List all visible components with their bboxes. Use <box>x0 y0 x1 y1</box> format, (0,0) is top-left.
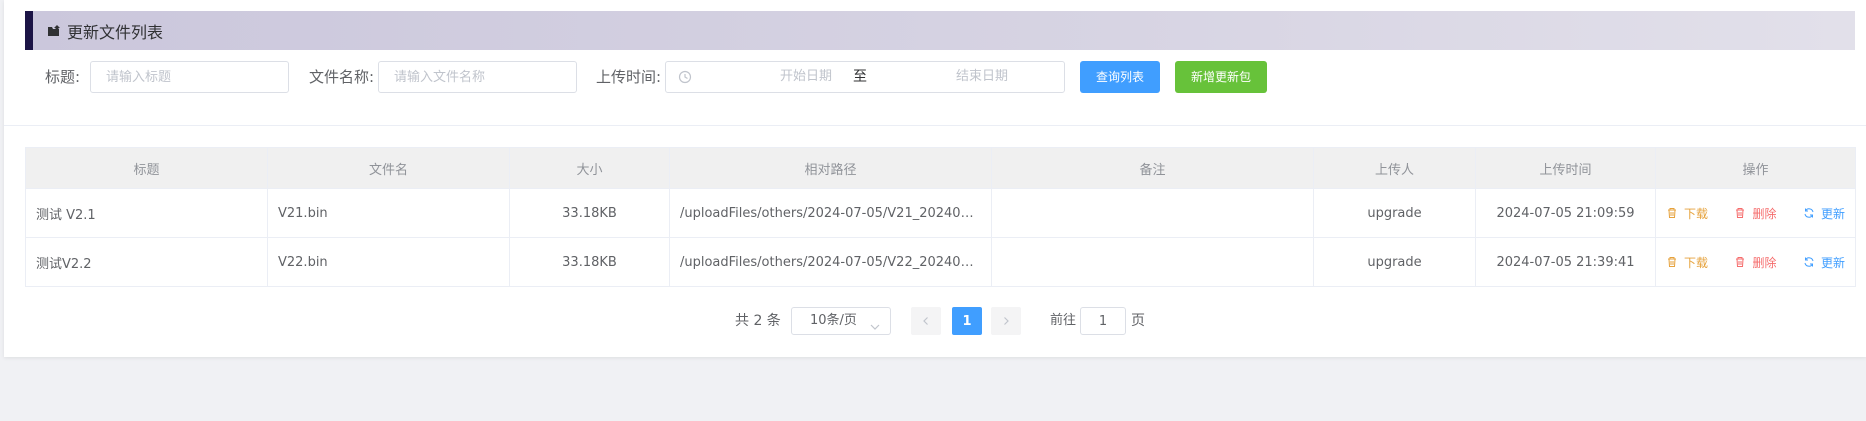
date-range-separator: 至 <box>853 69 867 85</box>
goto-page-input[interactable] <box>1080 307 1126 335</box>
cell-actions: 下载 删除 更新 <box>1655 237 1856 287</box>
table-row: 测试 V2.1 V21.bin 33.18KB /uploadFiles/oth… <box>25 188 1856 238</box>
page-number-current[interactable]: 1 <box>952 307 982 335</box>
page-size-select[interactable]: 10条/页 <box>791 307 891 335</box>
pagination-total: 共 2 条 <box>735 313 781 329</box>
folder-upload-icon <box>47 24 61 38</box>
column-header-uploader: 上传人 <box>1313 147 1476 189</box>
delete-label: 删除 <box>1752 255 1777 270</box>
cell-upload-time: 2024-07-05 21:39:41 <box>1475 237 1656 287</box>
filename-filter-label: 文件名称: <box>309 68 375 86</box>
filename-filter-input[interactable] <box>378 61 577 93</box>
goto-label: 前往 <box>1050 313 1077 328</box>
filter-bar: 标题: 文件名称: 上传时间: 开始日期 至 结束日期 查询列表 新增更新包 <box>0 61 1866 93</box>
column-header-title: 标题 <box>25 147 268 189</box>
page-title: 更新文件列表 <box>67 22 164 42</box>
column-header-size: 大小 <box>509 147 670 189</box>
page-size-value: 10条/页 <box>810 313 857 328</box>
cell-filename: V22.bin <box>267 237 510 287</box>
cell-size: 33.18KB <box>509 188 670 238</box>
cell-path: /uploadFiles/others/2024-07-05/V21_20240… <box>669 188 992 238</box>
cell-upload-time: 2024-07-05 21:09:59 <box>1475 188 1656 238</box>
section-header: 更新文件列表 <box>25 11 1855 50</box>
refresh-icon <box>1804 208 1814 218</box>
download-icon <box>1668 208 1676 218</box>
chevron-down-icon <box>870 316 880 330</box>
pagination: 共 2 条 10条/页 1 前往 页 <box>0 307 1866 335</box>
update-label: 更新 <box>1820 206 1845 221</box>
update-label: 更新 <box>1820 255 1845 270</box>
column-header-remark: 备注 <box>991 147 1314 189</box>
delete-button[interactable]: 删除 <box>1734 205 1777 222</box>
column-header-path: 相对路径 <box>669 147 992 189</box>
cell-title: 测试V2.2 <box>25 237 268 287</box>
title-filter-label: 标题: <box>45 68 81 86</box>
clock-icon <box>678 70 692 84</box>
prev-page-button[interactable] <box>911 307 941 335</box>
cell-remark <box>991 237 1314 287</box>
table-row: 测试V2.2 V22.bin 33.18KB /uploadFiles/othe… <box>25 237 1856 287</box>
cell-remark <box>991 188 1314 238</box>
chevron-right-icon <box>1004 317 1009 325</box>
cell-title: 测试 V2.1 <box>25 188 268 238</box>
time-filter-label: 上传时间: <box>596 68 662 86</box>
cell-uploader: upgrade <box>1313 237 1476 287</box>
download-icon <box>1668 257 1676 267</box>
end-date-input[interactable]: 结束日期 <box>922 62 1042 92</box>
delete-button[interactable]: 删除 <box>1734 254 1777 271</box>
column-header-actions: 操作 <box>1655 147 1856 189</box>
download-button[interactable]: 下载 <box>1666 205 1708 222</box>
cell-filename: V21.bin <box>267 188 510 238</box>
trash-icon <box>1736 257 1745 267</box>
next-page-button[interactable] <box>991 307 1021 335</box>
download-label: 下载 <box>1684 206 1709 221</box>
refresh-icon <box>1804 257 1814 267</box>
add-update-package-button[interactable]: 新增更新包 <box>1175 61 1267 93</box>
trash-icon <box>1736 208 1745 218</box>
column-header-upload-time: 上传时间 <box>1475 147 1656 189</box>
update-button[interactable]: 更新 <box>1803 254 1845 271</box>
query-list-button[interactable]: 查询列表 <box>1080 61 1160 93</box>
title-filter-input[interactable] <box>90 61 289 93</box>
chevron-left-icon <box>923 317 928 325</box>
update-file-table: 标题 文件名 大小 相对路径 备注 上传人 上传时间 操作 测试 V2.1 V2… <box>25 147 1856 287</box>
cell-size: 33.18KB <box>509 237 670 287</box>
divider <box>4 125 1866 126</box>
delete-label: 删除 <box>1752 206 1777 221</box>
cell-actions: 下载 删除 更新 <box>1655 188 1856 238</box>
page-suffix-label: 页 <box>1131 313 1145 329</box>
download-button[interactable]: 下载 <box>1666 254 1708 271</box>
start-date-input[interactable]: 开始日期 <box>746 62 866 92</box>
column-header-filename: 文件名 <box>267 147 510 189</box>
update-button[interactable]: 更新 <box>1803 205 1845 222</box>
cell-path: /uploadFiles/others/2024-07-05/V22_20240… <box>669 237 992 287</box>
table-header-row: 标题 文件名 大小 相对路径 备注 上传人 上传时间 操作 <box>25 147 1856 189</box>
upload-date-range-picker[interactable]: 开始日期 至 结束日期 <box>665 61 1065 93</box>
cell-uploader: upgrade <box>1313 188 1476 238</box>
download-label: 下载 <box>1684 255 1709 270</box>
